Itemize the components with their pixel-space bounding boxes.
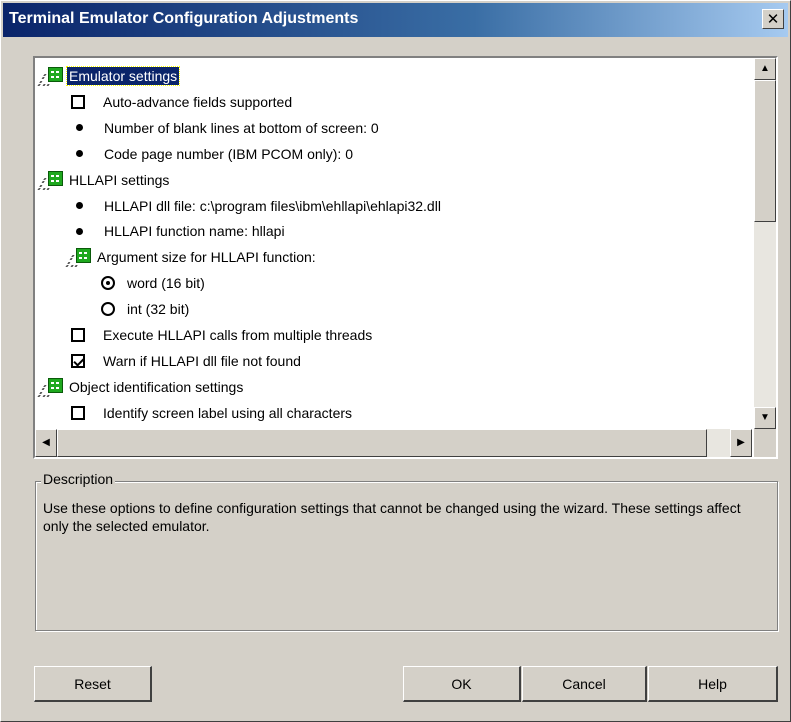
tree-item-checkbox[interactable]: Warn if HLLAPI dll file not found <box>67 349 303 373</box>
tree-item-label: Auto-advance fields supported <box>103 93 293 110</box>
tree-item-label: Warn if HLLAPI dll file not found <box>103 352 301 369</box>
checked-checkbox[interactable] <box>71 353 85 368</box>
description-title: Description <box>41 471 116 487</box>
settings-group-icon <box>37 377 65 397</box>
tree-item-label: int (32 bit) <box>127 301 190 318</box>
tree-item-checkbox[interactable]: Auto-advance fields supported <box>67 90 294 114</box>
tree-item-bullet[interactable]: Code page number (IBM PCOM only): 0 <box>67 142 355 166</box>
ok-button[interactable]: OK <box>403 666 521 702</box>
checkbox[interactable] <box>71 405 85 420</box>
bullet-icon <box>76 227 83 235</box>
bullet-icon <box>76 150 83 158</box>
scroll-down-button[interactable]: ▼ <box>754 407 776 429</box>
bullet-icon <box>76 202 83 209</box>
tree-item-label: Execute HLLAPI calls from multiple threa… <box>103 327 373 343</box>
tree-item-label: Identify screen label using all characte… <box>103 404 353 421</box>
help-button[interactable]: Help <box>648 666 778 702</box>
tree-item-label: Code page number (IBM PCOM only): 0 <box>104 145 353 162</box>
settings-group-icon <box>37 66 65 86</box>
arrow-right-icon: ▶ <box>737 437 745 448</box>
checkbox[interactable] <box>71 328 85 342</box>
dialog-title: Terminal Emulator Configuration Adjustme… <box>9 10 359 27</box>
horizontal-scrollbar[interactable]: ◀ ▶ <box>35 429 752 457</box>
tree-item-node[interactable]: Object identification settings <box>37 375 245 399</box>
settings-tree: Emulator settings Auto-advance fields sup… <box>33 56 778 459</box>
tree-item-checkbox[interactable]: Execute HLLAPI calls from multiple threa… <box>67 323 374 347</box>
tree-item-label: Number of blank lines at bottom of scree… <box>104 119 379 136</box>
scroll-up-button[interactable]: ▲ <box>754 58 776 80</box>
scroll-left-button[interactable]: ◀ <box>35 429 57 457</box>
tree-item-radio[interactable]: int (32 bit) <box>91 297 191 321</box>
settings-tree-content: Emulator settings Auto-advance fields sup… <box>35 58 752 429</box>
settings-group-icon <box>37 170 65 190</box>
title-bar[interactable]: Terminal Emulator Configuration Adjustme… <box>3 3 788 37</box>
reset-button[interactable]: Reset <box>34 666 152 702</box>
vertical-scrollbar[interactable]: ▲ ▼ <box>754 58 776 429</box>
tree-item-label: word (16 bit) <box>127 275 205 292</box>
tree-item-label: Emulator settings <box>65 66 181 86</box>
tree-item-checkbox[interactable]: Identify screen label using all characte… <box>67 401 354 425</box>
scroll-corner <box>754 429 776 457</box>
arrow-down-icon: ▼ <box>760 412 770 423</box>
arrow-left-icon: ◀ <box>42 437 50 448</box>
arrow-up-icon: ▲ <box>760 63 770 74</box>
tree-item-radio[interactable]: word (16 bit) <box>91 271 207 295</box>
tree-item-label: Object identification settings <box>69 378 244 395</box>
tree-item-node[interactable]: HLLAPI settings <box>37 168 171 192</box>
tree-item-bullet[interactable]: Number of blank lines at bottom of scree… <box>67 116 381 140</box>
tree-item-label: HLLAPI dll file: c:\program files\ibm\eh… <box>104 197 441 214</box>
tree-item-label: HLLAPI settings <box>69 171 170 188</box>
checkbox[interactable] <box>71 94 85 109</box>
scroll-right-button[interactable]: ▶ <box>730 429 752 457</box>
horizontal-scroll-thumb[interactable] <box>57 429 707 457</box>
tree-item-bullet[interactable]: HLLAPI function name: hllapi <box>67 219 287 243</box>
description-text: Use these options to define configuratio… <box>43 500 741 534</box>
tree-item-bullet[interactable]: HLLAPI dll file: c:\program files\ibm\eh… <box>67 194 443 218</box>
tree-item-node[interactable]: Emulator settings <box>37 64 181 88</box>
settings-group-icon <box>65 247 93 268</box>
bullet-icon <box>76 124 83 132</box>
radio-button[interactable] <box>101 302 115 317</box>
cancel-button[interactable]: Cancel <box>522 666 647 702</box>
selected-radio-button[interactable] <box>101 276 115 291</box>
tree-item-label: HLLAPI function name: hllapi <box>104 223 285 240</box>
tree-item-node[interactable]: Argument size for HLLAPI function: <box>65 245 318 269</box>
tree-item-label: Argument size for HLLAPI function: <box>97 249 316 266</box>
dialog-window: Terminal Emulator Configuration Adjustme… <box>0 0 791 722</box>
vertical-scroll-thumb[interactable] <box>754 80 776 222</box>
close-button[interactable]: ✕ <box>762 9 784 29</box>
